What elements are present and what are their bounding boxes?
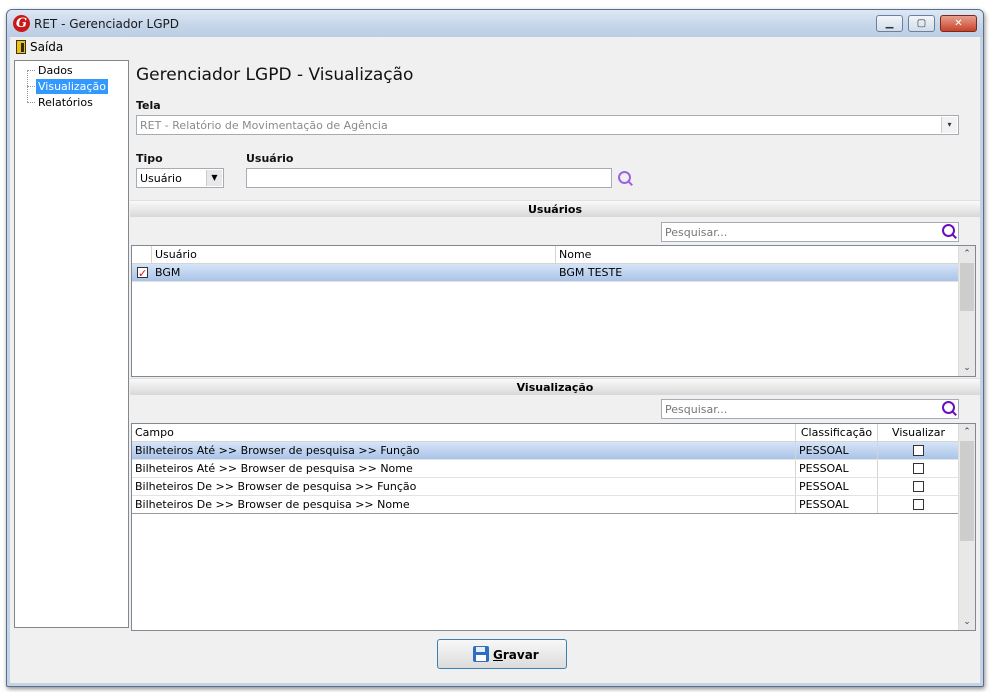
usuarios-search-placeholder: Pesquisar... xyxy=(665,226,728,239)
tipo-label: Tipo xyxy=(136,152,163,165)
menu-exit-label: Saída xyxy=(30,40,64,54)
save-button-label: Gravar xyxy=(493,648,539,662)
scroll-thumb[interactable] xyxy=(960,441,974,541)
maximize-icon: ▢ xyxy=(916,18,927,29)
cell-classificacao: PESSOAL xyxy=(796,442,878,459)
page-title: Gerenciador LGPD - Visualização xyxy=(136,65,414,85)
column-header-nome[interactable]: Nome xyxy=(556,246,960,263)
cell-classificacao: PESSOAL xyxy=(796,460,878,477)
close-icon: ✕ xyxy=(954,18,963,29)
visualizacao-search-input[interactable]: Pesquisar... xyxy=(661,399,959,419)
search-icon[interactable] xyxy=(617,170,635,188)
footer-bar: Gravar xyxy=(10,631,980,683)
table-row[interactable]: Bilheteiros De >> Browser de pesquisa >>… xyxy=(132,496,960,514)
tela-select-value: RET - Relatório de Movimentação de Agênc… xyxy=(140,119,388,132)
visualizacao-section-header: Visualização xyxy=(130,378,980,395)
usuario-label: Usuário xyxy=(246,152,294,165)
usuarios-search-input[interactable]: Pesquisar... xyxy=(661,222,959,242)
visualizacao-grid-header: Campo Classificação Visualizar xyxy=(132,424,960,442)
scroll-down-icon[interactable]: ⌄ xyxy=(959,614,975,630)
table-row[interactable]: Bilheteiros Até >> Browser de pesquisa >… xyxy=(132,442,960,460)
chevron-down-icon: ▼ xyxy=(206,170,222,186)
usuarios-section-header: Usuários xyxy=(130,200,980,217)
tela-label: Tela xyxy=(136,99,161,112)
cell-classificacao: PESSOAL xyxy=(796,496,878,513)
tree-item-relatorios[interactable]: Relatórios xyxy=(36,95,95,110)
cell-usuario: BGM xyxy=(155,266,181,279)
visualizacao-search-placeholder: Pesquisar... xyxy=(665,403,728,416)
save-button[interactable]: Gravar xyxy=(437,639,567,669)
tela-select[interactable]: RET - Relatório de Movimentação de Agênc… xyxy=(136,115,959,135)
usuario-input[interactable] xyxy=(246,168,612,188)
usuarios-scrollbar[interactable]: ⌃ ⌄ xyxy=(958,246,975,376)
row-checkbox[interactable] xyxy=(137,265,148,282)
main-panel: Gerenciador LGPD - Visualização Tela RET… xyxy=(130,57,980,631)
table-row[interactable]: Bilheteiros Até >> Browser de pesquisa >… xyxy=(132,460,960,478)
column-header-select xyxy=(132,246,152,263)
cell-campo: Bilheteiros De >> Browser de pesquisa >>… xyxy=(132,478,796,495)
usuarios-grid-header: Usuário Nome xyxy=(132,246,960,264)
minimize-button[interactable]: ▁ xyxy=(876,15,903,32)
visualizar-checkbox[interactable] xyxy=(913,463,924,474)
tipo-select[interactable]: Usuário ▼ xyxy=(136,168,224,188)
tree-item-visualizacao[interactable]: Visualização xyxy=(36,79,108,94)
chevron-down-icon: ▾ xyxy=(941,117,957,133)
table-row[interactable]: BGM BGM TESTE xyxy=(132,264,960,282)
column-header-visualizar[interactable]: Visualizar xyxy=(878,424,960,441)
title-bar[interactable]: G RET - Gerenciador LGPD ▁ ▢ ✕ xyxy=(7,10,983,37)
visualizacao-grid: Campo Classificação Visualizar Bilheteir… xyxy=(131,423,976,631)
window-title: RET - Gerenciador LGPD xyxy=(34,17,180,31)
close-button[interactable]: ✕ xyxy=(940,15,977,32)
scroll-thumb[interactable] xyxy=(960,263,974,311)
tree-item-dados[interactable]: Dados xyxy=(36,63,75,78)
app-logo-icon: G xyxy=(13,15,30,32)
scroll-down-icon[interactable]: ⌄ xyxy=(959,360,975,376)
visualizacao-scrollbar[interactable]: ⌃ ⌄ xyxy=(958,424,975,630)
cell-campo: Bilheteiros Até >> Browser de pesquisa >… xyxy=(132,460,796,477)
visualizar-checkbox[interactable] xyxy=(913,445,924,456)
menu-item-exit[interactable]: Saída xyxy=(10,37,70,57)
search-icon[interactable] xyxy=(941,400,959,418)
cell-campo: Bilheteiros Até >> Browser de pesquisa >… xyxy=(132,442,796,459)
navigation-tree: Dados Visualização Relatórios xyxy=(14,60,129,628)
tipo-select-value: Usuário xyxy=(140,172,182,185)
cell-nome: BGM TESTE xyxy=(559,266,623,279)
tree-connector xyxy=(27,70,35,71)
column-header-usuario[interactable]: Usuário xyxy=(152,246,556,263)
exit-door-icon xyxy=(16,40,26,54)
column-header-classificacao[interactable]: Classificação xyxy=(796,424,878,441)
menu-bar: Saída xyxy=(10,37,980,57)
scroll-up-icon[interactable]: ⌃ xyxy=(959,246,975,262)
floppy-disk-icon xyxy=(473,646,489,662)
visualizar-checkbox[interactable] xyxy=(913,481,924,492)
scroll-up-icon[interactable]: ⌃ xyxy=(959,424,975,440)
visualizar-checkbox[interactable] xyxy=(913,499,924,510)
app-window: G RET - Gerenciador LGPD ▁ ▢ ✕ Saída Dad… xyxy=(6,9,984,687)
client-area: Dados Visualização Relatórios Gerenciado… xyxy=(10,57,980,683)
cell-classificacao: PESSOAL xyxy=(796,478,878,495)
usuarios-grid: Usuário Nome BGM BGM TESTE ⌃ ⌄ xyxy=(131,245,976,377)
tree-connector xyxy=(27,102,35,103)
cell-campo: Bilheteiros De >> Browser de pesquisa >>… xyxy=(132,496,796,513)
tree-connector xyxy=(27,86,35,87)
table-row[interactable]: Bilheteiros De >> Browser de pesquisa >>… xyxy=(132,478,960,496)
search-icon[interactable] xyxy=(941,223,959,241)
minimize-icon: ▁ xyxy=(885,18,894,29)
column-header-campo[interactable]: Campo xyxy=(132,424,796,441)
maximize-button[interactable]: ▢ xyxy=(908,15,935,32)
